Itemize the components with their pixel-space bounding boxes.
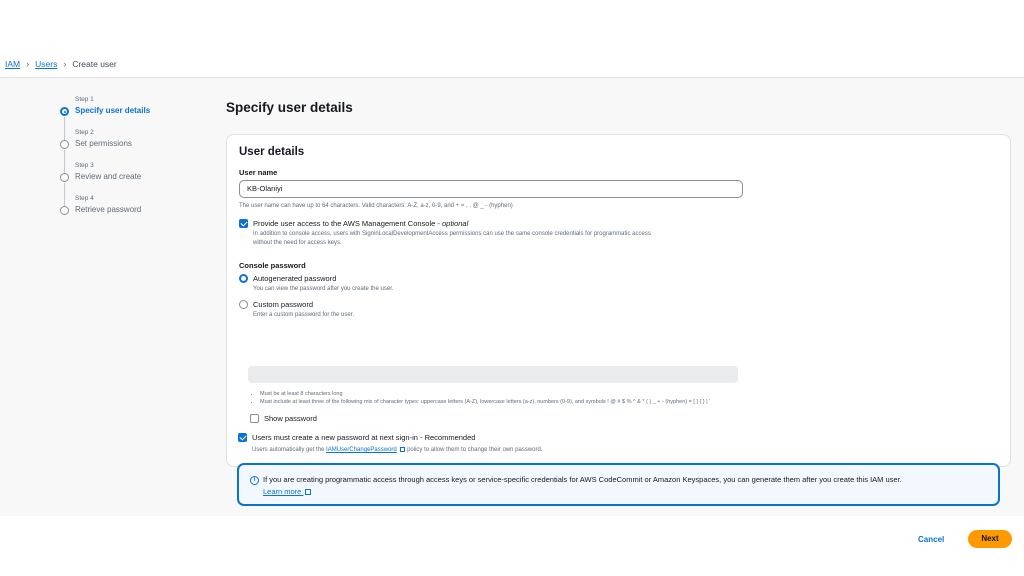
autogenerated-password-radio[interactable] (239, 274, 248, 283)
chevron-right-icon: › (26, 59, 30, 69)
console-access-desc-line2: without the need for access keys. (253, 240, 342, 246)
optional-tag: optional (442, 219, 469, 228)
must-reset-checkbox[interactable] (238, 433, 247, 442)
show-password-label[interactable]: Show password (264, 414, 317, 423)
breadcrumb: IAM › Users › Create user (5, 59, 117, 69)
password-rule: Must be at least 8 characters long (260, 390, 710, 398)
info-icon: i (250, 476, 259, 485)
autogenerated-password-desc: You can view the password after you crea… (253, 286, 394, 292)
breadcrumb-current: Create user (72, 59, 117, 69)
user-name-input[interactable]: KB-Olaniyi (239, 180, 743, 198)
wizard-step-2[interactable]: Step 2 Set permissions (60, 129, 190, 173)
step-title: Specify user details (75, 106, 151, 115)
console-access-label[interactable]: Provide user access to the AWS Managemen… (253, 219, 468, 228)
console-access-description: In addition to console access, users wit… (253, 230, 651, 248)
user-details-card: User details User name KB-Olaniyi The us… (226, 134, 1011, 467)
wizard-steps: Step 1 Specify user details Step 2 Set p… (60, 96, 190, 228)
step-indicator-icon (60, 140, 69, 149)
page-title: Specify user details (226, 100, 353, 115)
password-rule: Must include at least three of the follo… (260, 398, 710, 406)
card-title: User details (239, 146, 305, 158)
custom-password-radio[interactable] (239, 300, 248, 309)
must-reset-description: Users automatically get the IAMUserChang… (252, 446, 543, 455)
step-title: Set permissions (75, 139, 132, 148)
wizard-step-4[interactable]: Step 4 Retrieve password (60, 195, 190, 228)
iam-user-change-password-link[interactable]: IAMUserChangePassword (326, 447, 397, 453)
user-name-label: User name (239, 168, 278, 177)
custom-password-desc: Enter a custom password for the user. (253, 312, 355, 318)
custom-password-input[interactable] (248, 366, 738, 383)
console-password-label: Console password (239, 261, 306, 270)
breadcrumb-users-link[interactable]: Users (35, 59, 57, 69)
screenshot-area: IAM › Users › Create user Step 1 Specify… (0, 48, 1024, 548)
step-title: Retrieve password (75, 205, 142, 214)
info-alert-text: If you are creating programmatic access … (263, 475, 902, 484)
cancel-button[interactable]: Cancel (918, 535, 944, 544)
chevron-right-icon: › (63, 59, 67, 69)
custom-password-label[interactable]: Custom password (253, 300, 313, 309)
autogenerated-password-label[interactable]: Autogenerated password (253, 274, 336, 283)
user-name-hint: The user name can have up to 64 characte… (239, 203, 513, 209)
next-button[interactable]: Next (968, 530, 1012, 548)
external-link-icon (400, 447, 406, 452)
wizard-step-1[interactable]: Step 1 Specify user details (60, 96, 190, 140)
show-password-checkbox[interactable] (250, 414, 259, 423)
console-access-label-text: Provide user access to the AWS Managemen… (253, 219, 440, 228)
wizard-step-3[interactable]: Step 3 Review and create (60, 162, 190, 206)
password-rules: Must be at least 8 characters long Must … (254, 390, 710, 406)
top-bar: IAM › Users › Create user (0, 48, 1024, 78)
external-link-icon (305, 489, 312, 495)
breadcrumb-iam-link[interactable]: IAM (5, 59, 20, 69)
must-reset-desc-prefix: Users automatically get the (252, 447, 325, 453)
console-access-checkbox[interactable] (239, 219, 248, 228)
step-indicator-icon (60, 206, 69, 215)
learn-more-text: Learn more (263, 487, 302, 496)
step-indicator-icon (60, 107, 69, 116)
learn-more-link[interactable]: Learn more (263, 487, 312, 496)
step-number: Step 2 (75, 129, 94, 136)
must-reset-label[interactable]: Users must create a new password at next… (252, 433, 475, 442)
step-number: Step 4 (75, 195, 94, 202)
must-reset-desc-suffix: policy to allow them to change their own… (407, 447, 543, 453)
console-access-desc-line1: In addition to console access, users wit… (253, 231, 651, 237)
step-indicator-icon (60, 173, 69, 182)
step-number: Step 3 (75, 162, 94, 169)
step-number: Step 1 (75, 96, 94, 103)
info-alert: i If you are creating programmatic acces… (237, 463, 1000, 506)
step-title: Review and create (75, 172, 142, 181)
